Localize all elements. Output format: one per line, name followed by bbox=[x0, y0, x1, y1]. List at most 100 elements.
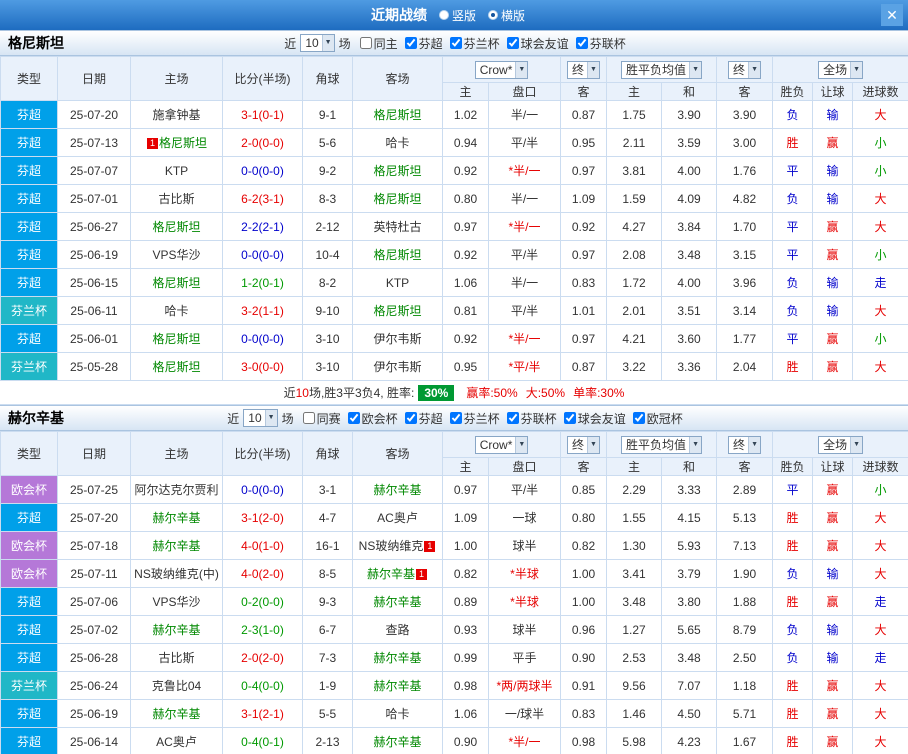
filter-checkbox[interactable]: 同赛 bbox=[302, 410, 341, 427]
checkbox-input[interactable] bbox=[347, 412, 360, 424]
red-card-badge: 1 bbox=[424, 541, 436, 552]
home-odds-cell: 0.92 bbox=[442, 324, 489, 353]
handicap-result-cell: 赢 bbox=[812, 727, 854, 754]
avg-draw-cell: 3.79 bbox=[661, 559, 718, 588]
team-name-text: 古比斯 bbox=[158, 192, 195, 206]
summary-text: 赢率:50% bbox=[466, 386, 518, 400]
column-header: 客场 bbox=[352, 431, 443, 476]
score-cell: 2-0(0-0) bbox=[222, 128, 303, 157]
filter-label: 芬联杯 bbox=[589, 36, 626, 51]
chevron-down-icon: ▼ bbox=[515, 61, 528, 78]
checkbox-input[interactable] bbox=[359, 37, 372, 49]
chevron-down-icon: ▼ bbox=[515, 436, 528, 453]
checkbox-input[interactable] bbox=[506, 412, 519, 424]
home-team-cell: 赫尔辛基 bbox=[130, 615, 223, 644]
home-odds-cell: 0.90 bbox=[442, 727, 489, 754]
home-team-cell: 赫尔辛基 bbox=[130, 531, 223, 560]
chevron-down-icon: ▼ bbox=[850, 61, 863, 78]
home-team-cell: 赫尔辛基 bbox=[130, 503, 223, 532]
away-team-cell: 哈卡 bbox=[352, 699, 443, 728]
result-cell: 胜 bbox=[772, 352, 814, 381]
result-cell: 胜 bbox=[772, 727, 814, 754]
handicap-cell: 平手 bbox=[487, 643, 562, 672]
filter-checkbox[interactable]: 芬超 bbox=[404, 35, 443, 52]
scope-select[interactable]: 全场 ▼ bbox=[818, 60, 864, 79]
checkbox-input[interactable] bbox=[575, 37, 588, 49]
home-team-cell: 古比斯 bbox=[130, 643, 223, 672]
avg-select[interactable]: 胜平负均值 ▼ bbox=[621, 60, 702, 79]
filter-checkbox[interactable]: 球会友谊 bbox=[563, 410, 626, 427]
close-button[interactable]: ✕ bbox=[881, 4, 903, 26]
avg-final-select-value: 终 bbox=[733, 438, 746, 452]
filter-checkbox[interactable]: 芬联杯 bbox=[575, 35, 626, 52]
handicap-result-cell: 输 bbox=[812, 559, 854, 588]
away-odds-cell: 1.00 bbox=[560, 559, 608, 588]
away-team-cell: 哈卡 bbox=[352, 128, 443, 157]
view-radio-vertical[interactable]: 竖版 bbox=[438, 7, 476, 24]
home-team-cell: 哈卡 bbox=[130, 296, 223, 325]
avg-final-select[interactable]: 终 ▼ bbox=[728, 60, 761, 79]
chevron-down-icon: ▼ bbox=[587, 436, 599, 453]
away-team-cell: 伊尔韦斯 bbox=[352, 352, 443, 381]
view-radio-horizontal[interactable]: 横版 bbox=[488, 7, 525, 24]
date-cell: 25-07-20 bbox=[57, 503, 131, 532]
avg-select[interactable]: 胜平负均值 ▼ bbox=[621, 435, 702, 454]
avg-home-cell: 2.01 bbox=[606, 296, 663, 325]
date-cell: 25-06-28 bbox=[57, 643, 131, 672]
filter-checkbox[interactable]: 芬兰杯 bbox=[449, 35, 500, 52]
away-odds-cell: 0.83 bbox=[560, 268, 608, 297]
scope-select-value: 全场 bbox=[823, 63, 848, 77]
filter-label: 芬兰杯 bbox=[463, 411, 500, 426]
checkbox-input[interactable] bbox=[404, 37, 417, 49]
checkbox-input[interactable] bbox=[449, 37, 462, 49]
odds-company-select[interactable]: Crow* ▼ bbox=[474, 60, 529, 79]
filter-checkbox[interactable]: 芬联杯 bbox=[506, 410, 557, 427]
team-name-text: NS玻纳维克 bbox=[358, 539, 424, 553]
league-badge: 芬超 bbox=[0, 128, 58, 157]
date-cell: 25-07-07 bbox=[57, 156, 131, 185]
team-section: 格尼斯坦近 10 ▼ 场同主 芬超 芬兰杯 球会友谊 芬联杯 类型 日期 主场 比分(半场) 角球 客场 C… bbox=[0, 30, 908, 405]
odds-company-select-cell: Crow* ▼ bbox=[441, 56, 562, 83]
team-name-text: 格尼斯坦 bbox=[158, 136, 207, 150]
column-subheader: 进球数 bbox=[852, 457, 908, 476]
away-team-cell: KTP bbox=[352, 268, 443, 297]
odds-final-select[interactable]: 终 ▼ bbox=[567, 435, 600, 454]
checkbox-input[interactable] bbox=[563, 412, 576, 424]
filter-checkbox[interactable]: 同主 bbox=[359, 35, 398, 52]
filter-checkbox[interactable]: 欧会杯 bbox=[347, 410, 398, 427]
recent-count-select-value: 10 bbox=[305, 36, 319, 50]
team-name-text: 格尼斯坦 bbox=[373, 192, 422, 206]
avg-home-cell: 1.59 bbox=[606, 184, 663, 213]
team-name-text: AC奥卢 bbox=[156, 735, 197, 749]
checkbox-input[interactable] bbox=[404, 412, 417, 424]
handicap-cell: 平/半 bbox=[487, 475, 562, 504]
recent-count-select[interactable]: 10 ▼ bbox=[243, 409, 278, 427]
handicap-cell: *两/两球半 bbox=[487, 671, 562, 700]
odds-final-select[interactable]: 终 ▼ bbox=[567, 60, 600, 79]
avg-draw-cell: 4.09 bbox=[661, 184, 718, 213]
column-header: 主场 bbox=[130, 56, 223, 101]
avg-final-select-cell: 终 ▼ bbox=[716, 56, 774, 83]
league-badge: 芬超 bbox=[0, 587, 58, 616]
radio-icon bbox=[438, 10, 449, 20]
avg-final-select[interactable]: 终 ▼ bbox=[728, 435, 761, 454]
handicap-cell: 球半 bbox=[487, 615, 562, 644]
checkbox-input[interactable] bbox=[449, 412, 462, 424]
avg-away-cell: 1.67 bbox=[716, 727, 774, 754]
team-name-text: 哈卡 bbox=[385, 707, 410, 721]
odds-company-select[interactable]: Crow* ▼ bbox=[474, 435, 529, 454]
scope-select[interactable]: 全场 ▼ bbox=[818, 435, 864, 454]
handicap-result-cell: 赢 bbox=[812, 212, 854, 241]
checkbox-input[interactable] bbox=[506, 37, 519, 49]
filter-checkbox[interactable]: 芬超 bbox=[404, 410, 443, 427]
away-odds-cell: 0.82 bbox=[560, 531, 608, 560]
avg-home-cell: 5.98 bbox=[606, 727, 663, 754]
filter-checkbox[interactable]: 欧冠杯 bbox=[632, 410, 683, 427]
checkbox-input[interactable] bbox=[302, 412, 315, 424]
checkbox-input[interactable] bbox=[632, 412, 645, 424]
filter-checkbox[interactable]: 球会友谊 bbox=[506, 35, 569, 52]
recent-count-select[interactable]: 10 ▼ bbox=[300, 34, 335, 52]
filter-checkbox[interactable]: 芬兰杯 bbox=[449, 410, 500, 427]
avg-draw-cell: 3.80 bbox=[661, 587, 718, 616]
table-row: 芬超 25-06-01 格尼斯坦 0-0(0-0) 3-10 伊尔韦斯 0.92 *半/一 0.… bbox=[0, 324, 908, 353]
